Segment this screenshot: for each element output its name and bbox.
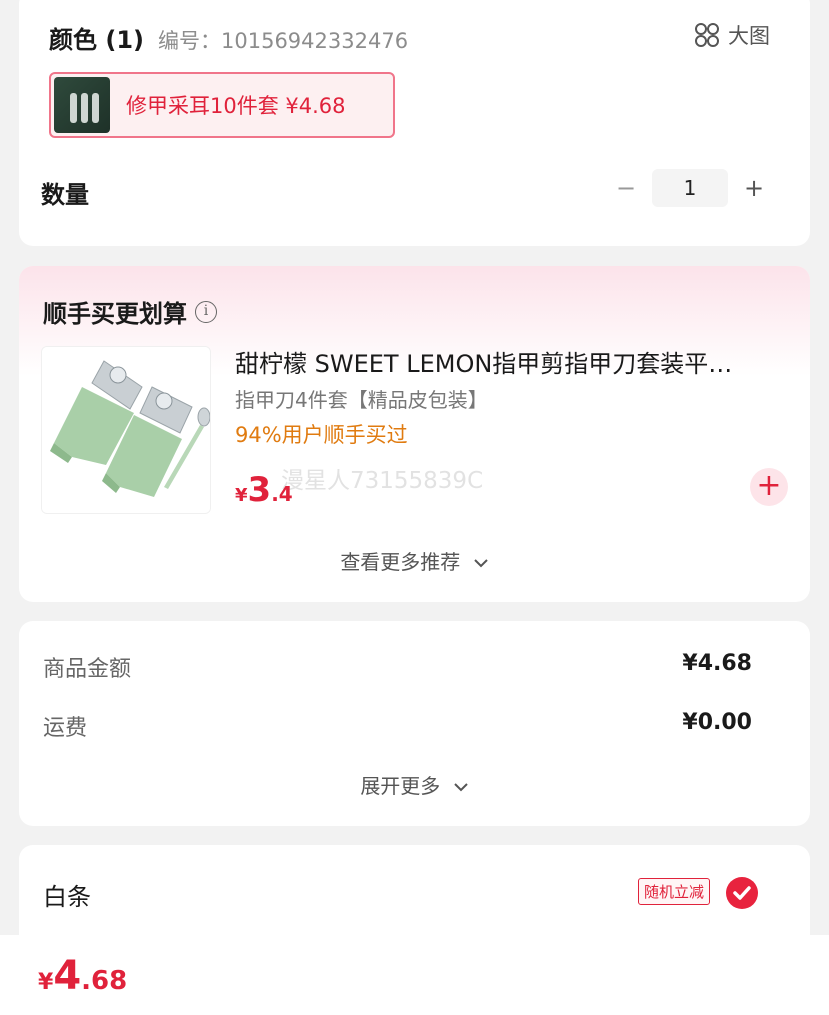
variant-title: 颜色 (1) (49, 26, 144, 54)
quantity-stepper: − 1 + (610, 169, 770, 207)
product-spec: 指甲刀4件套【精品皮包装】 (235, 388, 488, 412)
price-summary-card: 商品金额 ¥4.68 运费 ¥0.00 展开更多 (19, 621, 810, 826)
product-name[interactable]: 甜柠檬 SWEET LEMON指甲剪指甲刀套装平… (235, 344, 787, 379)
variant-option-selected[interactable]: 修甲采耳10件套 ¥4.68 (49, 72, 395, 138)
bottom-bar: ¥ 4 .68 (0, 935, 829, 1015)
summary-row-shipping: 运费 ¥0.00 (43, 710, 752, 742)
summary-row-goods: 商品金额 ¥4.68 (43, 651, 752, 683)
grid-icon (695, 23, 719, 47)
product-price: ¥ 3 .4 (235, 470, 293, 510)
expand-more-label: 展开更多 (360, 774, 441, 798)
price-integer: 3 (247, 470, 272, 510)
variant-header: 颜色 (1) 编号：10156942332476 (49, 20, 408, 55)
product-code: 编号：10156942332476 (158, 29, 409, 53)
chevron-down-icon (473, 559, 488, 568)
chevron-down-icon (453, 783, 468, 792)
variant-thumbnail (54, 77, 110, 133)
recommend-title-text: 顺手买更划算 (43, 300, 187, 328)
payment-method-label: 白条 (43, 883, 91, 911)
product-image[interactable] (41, 346, 211, 514)
checkmark-icon (733, 886, 751, 900)
expand-more-link[interactable]: 展开更多 (19, 770, 810, 799)
more-recommend-label: 查看更多推荐 (340, 550, 461, 574)
info-icon[interactable]: i (195, 300, 217, 323)
selected-check-icon[interactable] (726, 877, 758, 909)
quantity-input[interactable]: 1 (652, 169, 728, 207)
summary-label: 运费 (43, 716, 88, 741)
bigview-label: 大图 (728, 24, 770, 48)
promo-badge: 随机立减 (637, 878, 710, 905)
summary-label: 商品金额 (43, 657, 132, 682)
add-to-cart-button[interactable]: + (750, 468, 788, 506)
recommend-card: 顺手买更划算 i 甜柠檬 SWEET LEMON指甲剪指甲刀套装平… 指甲刀4件… (19, 266, 810, 602)
bigview-button[interactable]: 大图 (694, 20, 770, 50)
variant-card: 颜色 (1) 编号：10156942332476 大图 修甲采耳10件套 ¥4.… (19, 0, 810, 246)
variant-option-label: 修甲采耳10件套 ¥4.68 (126, 94, 346, 118)
summary-value: ¥0.00 (682, 710, 752, 735)
price-currency: ¥ (235, 485, 248, 506)
total-price: ¥ 4 .68 (38, 953, 127, 999)
nail-clipper-icon (42, 347, 210, 513)
summary-value: ¥4.68 (682, 651, 752, 676)
total-integer: 4 (53, 953, 82, 999)
decrease-button[interactable]: − (610, 170, 642, 206)
checkout-page: 颜色 (1) 编号：10156942332476 大图 修甲采耳10件套 ¥4.… (0, 0, 829, 1015)
purchase-stat: 94%用户顺手买过 (235, 423, 408, 447)
increase-button[interactable]: + (738, 170, 770, 206)
watermark-text: 漫星人73155839C (281, 468, 484, 494)
total-decimal: .68 (81, 966, 128, 996)
total-currency: ¥ (38, 970, 54, 995)
recommend-title: 顺手买更划算 i (43, 294, 217, 329)
quantity-label: 数量 (41, 181, 89, 209)
price-decimal: .4 (271, 482, 293, 506)
more-recommend-link[interactable]: 查看更多推荐 (19, 546, 810, 575)
